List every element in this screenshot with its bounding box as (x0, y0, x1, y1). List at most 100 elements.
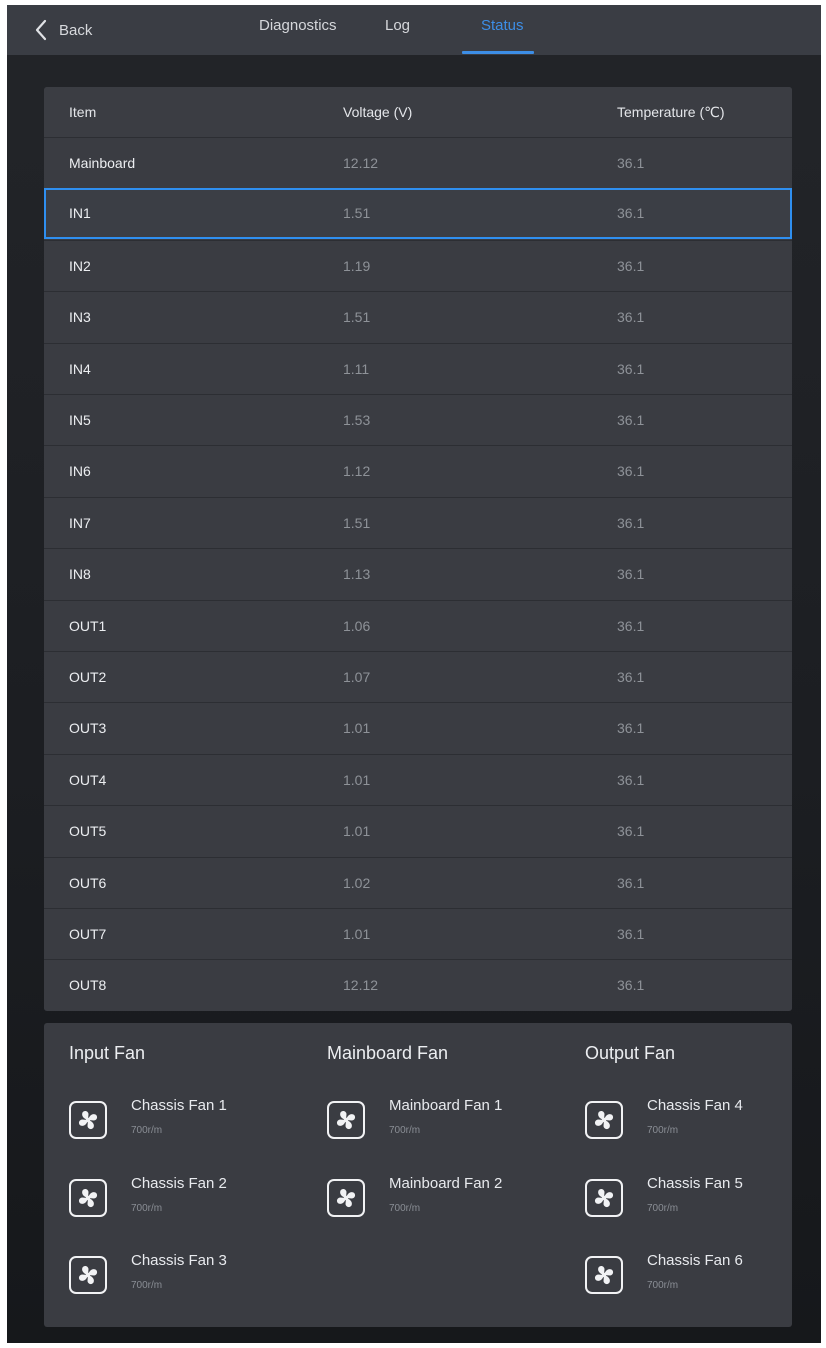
table-row[interactable]: IN1 1.51 36.1 (44, 188, 792, 240)
cell-voltage: 1.02 (343, 874, 371, 891)
fan-item[interactable]: Chassis Fan 2 700r/m (69, 1175, 289, 1235)
fan-name: Chassis Fan 1 (131, 1097, 227, 1114)
fan-name: Mainboard Fan 1 (389, 1097, 503, 1114)
cell-voltage: 1.12 (343, 463, 371, 480)
cell-voltage: 1.07 (343, 669, 371, 685)
fan-group-title: Mainboard Fan (327, 1043, 449, 1063)
table-row[interactable]: IN2 1.19 36.1 (44, 239, 792, 291)
status-table: Item Voltage (V) Temperature (℃) Mainboa… (44, 87, 792, 1011)
fan-speed: 700r/m (647, 1202, 679, 1214)
cell-voltage: 12.12 (343, 977, 379, 994)
table-row[interactable]: IN6 1.12 36.1 (44, 445, 792, 497)
cell-voltage: 1.53 (343, 412, 371, 428)
cell-voltage: 1.01 (343, 926, 371, 942)
table-row[interactable]: OUT4 1.01 36.1 (44, 753, 792, 805)
table-row[interactable]: IN5 1.53 36.1 (44, 394, 792, 445)
cell-item: IN5 (69, 412, 91, 428)
cell-item: OUT7 (69, 926, 107, 942)
table-row[interactable]: OUT1 1.06 36.1 (44, 599, 792, 651)
table-row[interactable]: OUT2 1.07 36.1 (44, 651, 792, 702)
cell-temperature: 36.1 (617, 926, 645, 942)
fan-item[interactable]: Chassis Fan 5 700r/m (585, 1175, 805, 1235)
tab-diagnostics[interactable]: Diagnostics (259, 17, 337, 34)
cell-item: OUT4 (69, 771, 107, 788)
table-row[interactable]: OUT6 1.02 36.1 (44, 856, 792, 908)
table-row[interactable]: IN4 1.11 36.1 (44, 342, 792, 394)
app-screen: Back Diagnostics Log Status Item Voltage… (7, 5, 821, 1343)
cell-voltage: 1.13 (343, 566, 371, 583)
cell-temperature: 36.1 (617, 771, 645, 788)
fan-item[interactable]: Chassis Fan 6 700r/m (585, 1252, 805, 1312)
fan-item[interactable]: Chassis Fan 3 700r/m (69, 1252, 289, 1312)
fan-icon (585, 1178, 623, 1217)
fan-item[interactable]: Chassis Fan 4 700r/m (585, 1097, 805, 1157)
cell-temperature: 36.1 (617, 205, 645, 222)
cell-item: IN8 (69, 566, 91, 583)
cell-temperature: 36.1 (617, 360, 645, 377)
tab-status[interactable]: Status (481, 17, 524, 34)
cell-temperature: 36.1 (617, 669, 645, 685)
cell-temperature: 36.1 (617, 823, 645, 840)
cell-item: OUT3 (69, 720, 107, 737)
fan-speed: 700r/m (131, 1125, 163, 1136)
cell-voltage: 1.01 (343, 823, 371, 840)
cell-voltage: 1.51 (343, 309, 371, 326)
column-header-temperature: Temperature (℃) (617, 104, 725, 120)
table-row[interactable]: IN7 1.51 36.1 (44, 496, 792, 548)
cell-item: OUT1 (69, 617, 107, 634)
fan-name: Chassis Fan 4 (647, 1097, 743, 1114)
cell-voltage: 1.19 (343, 257, 371, 274)
cell-item: OUT5 (69, 823, 107, 840)
fan-icon (327, 1101, 365, 1139)
chevron-left-icon (35, 19, 47, 41)
fan-name: Chassis Fan 6 (647, 1252, 743, 1269)
cell-temperature: 36.1 (617, 874, 645, 891)
fan-item[interactable]: Chassis Fan 1 700r/m (69, 1097, 289, 1157)
cell-voltage: 1.51 (343, 514, 371, 531)
table-row[interactable]: OUT7 1.01 36.1 (44, 908, 792, 959)
cell-temperature: 36.1 (617, 155, 645, 171)
back-button[interactable]: Back (33, 15, 92, 45)
table-row[interactable]: Mainboard 12.12 36.1 (44, 137, 792, 188)
cell-item: IN6 (69, 463, 91, 480)
cell-temperature: 36.1 (617, 463, 645, 480)
cell-item: IN4 (69, 360, 91, 377)
tab-log[interactable]: Log (385, 17, 410, 34)
active-tab-indicator (462, 51, 534, 54)
fan-icon (69, 1256, 107, 1294)
cell-voltage: 12.12 (343, 155, 379, 171)
table-header: Item Voltage (V) Temperature (℃) (44, 87, 792, 137)
cell-voltage: 1.06 (343, 617, 371, 634)
fan-speed: 700r/m (647, 1125, 679, 1136)
fan-name: Chassis Fan 2 (131, 1174, 227, 1192)
cell-item: OUT6 (69, 874, 107, 891)
fan-icon (327, 1178, 365, 1217)
fan-speed: 700r/m (131, 1280, 163, 1291)
table-row[interactable]: OUT8 12.12 36.1 (44, 959, 792, 1011)
cell-voltage: 1.01 (343, 771, 371, 788)
cell-temperature: 36.1 (617, 412, 645, 428)
fan-group-title: Input Fan (69, 1043, 146, 1063)
cell-temperature: 36.1 (617, 617, 645, 634)
column-header-voltage: Voltage (V) (343, 104, 413, 120)
fan-icon (585, 1256, 623, 1294)
fan-icon (69, 1178, 107, 1217)
cell-temperature: 36.1 (617, 566, 645, 583)
fan-icon (69, 1101, 107, 1139)
fan-item[interactable]: Mainboard Fan 1 700r/m (327, 1097, 547, 1157)
cell-temperature: 36.1 (617, 720, 645, 737)
table-row[interactable]: OUT5 1.01 36.1 (44, 805, 792, 857)
fan-status-panel: Input Fan Chassis Fan 1 700r/m Chassis Fan … (44, 1023, 792, 1327)
table-row[interactable]: OUT3 1.01 36.1 (44, 702, 792, 754)
cell-temperature: 36.1 (617, 977, 645, 994)
cell-item: IN3 (69, 309, 91, 326)
top-navigation-bar: Back Diagnostics Log Status (7, 5, 821, 55)
cell-item: IN2 (69, 257, 91, 274)
fan-name: Chassis Fan 5 (647, 1174, 743, 1192)
table-row[interactable]: IN8 1.13 36.1 (44, 548, 792, 600)
fan-item[interactable]: Mainboard Fan 2 700r/m (327, 1175, 547, 1235)
fan-speed: 700r/m (389, 1202, 421, 1214)
table-row[interactable]: IN3 1.51 36.1 (44, 291, 792, 343)
cell-item: OUT8 (69, 977, 107, 994)
column-header-item: Item (69, 104, 97, 120)
